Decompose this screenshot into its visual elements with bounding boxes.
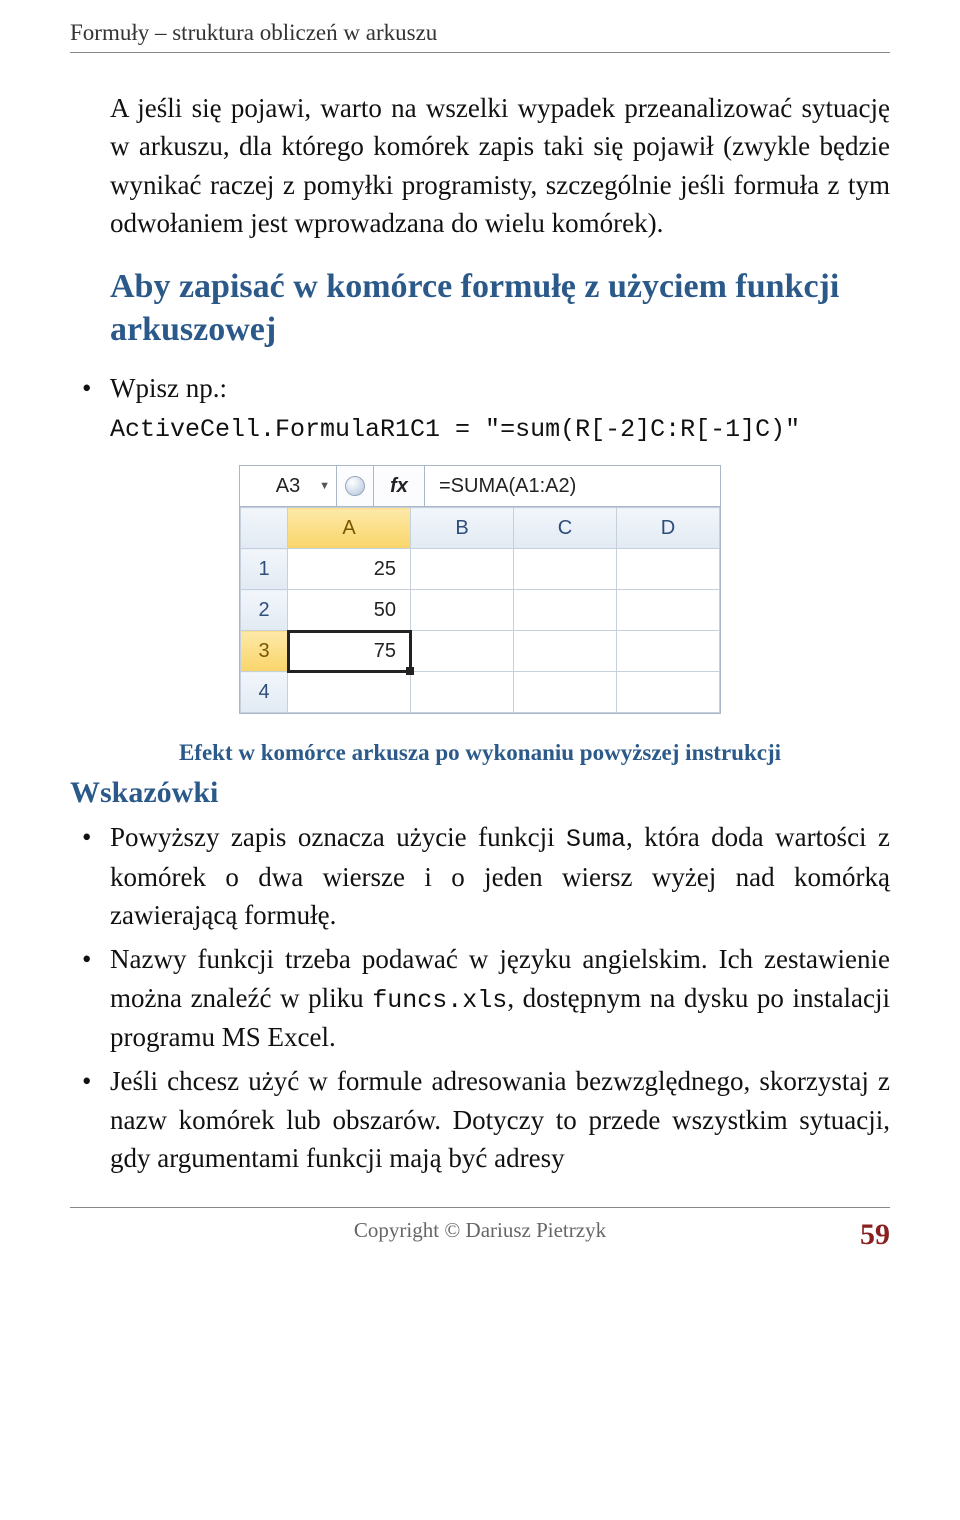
name-box[interactable]: A3 ▼ — [240, 466, 337, 506]
cell-d3[interactable] — [617, 631, 720, 672]
row-header-4[interactable]: 4 — [241, 672, 288, 713]
hint-bullet-2: Nazwy funkcji trzeba podawać w języku an… — [70, 940, 890, 1056]
cell-c4[interactable] — [514, 672, 617, 713]
formula-bar-row: A3 ▼ fx =SUMA(A1:A2) — [240, 466, 720, 507]
instruction-heading: Aby zapisać w komórce formułę z użyciem … — [110, 266, 890, 351]
cell-a3[interactable]: 75 — [288, 631, 411, 672]
bullet-lead: Wpisz np.: — [110, 373, 227, 403]
name-box-value: A3 — [276, 475, 300, 498]
cell-c3[interactable] — [514, 631, 617, 672]
cell-a4[interactable] — [288, 672, 411, 713]
cell-c2[interactable] — [514, 590, 617, 631]
cell-d2[interactable] — [617, 590, 720, 631]
dropdown-icon[interactable]: ▼ — [319, 480, 330, 492]
hint-bullet-3: Jeśli chcesz użyć w formule adresowania … — [70, 1062, 890, 1177]
cell-b4[interactable] — [411, 672, 514, 713]
hint2-code: funcs.xls — [372, 986, 507, 1015]
footer-copyright: Copyright © Dariusz Pietrzyk — [354, 1218, 606, 1243]
row-header-3[interactable]: 3 — [241, 631, 288, 672]
row-header-1[interactable]: 1 — [241, 549, 288, 590]
formula-bar-value: =SUMA(A1:A2) — [439, 475, 576, 498]
cell-b3[interactable] — [411, 631, 514, 672]
bullet-code: ActiveCell.FormulaR1C1 = "=sum(R[-2]C:R[… — [110, 415, 800, 444]
select-all-corner[interactable] — [241, 508, 288, 549]
cell-a2[interactable]: 50 — [288, 590, 411, 631]
excel-screenshot: A3 ▼ fx =SUMA(A1:A2) A B C D — [70, 465, 890, 714]
figure-caption: Efekt w komórce arkusza po wykonaniu pow… — [70, 740, 890, 766]
col-header-c[interactable]: C — [514, 508, 617, 549]
cell-b1[interactable] — [411, 549, 514, 590]
hint1-text-a: Powyższy zapis oznacza użycie funkcji — [110, 822, 566, 852]
hints-heading: Wskazówki — [70, 776, 890, 810]
cell-b2[interactable] — [411, 590, 514, 631]
cell-d4[interactable] — [617, 672, 720, 713]
hint1-code: Suma — [566, 825, 626, 854]
instruction-bullet: Wpisz np.: ActiveCell.FormulaR1C1 = "=su… — [70, 369, 890, 447]
running-header: Formuły – struktura obliczeń w arkuszu — [70, 20, 890, 53]
intro-paragraph: A jeśli się pojawi, warto na wszelki wyp… — [110, 89, 890, 242]
col-header-a[interactable]: A — [288, 508, 411, 549]
cell-c1[interactable] — [514, 549, 617, 590]
col-header-b[interactable]: B — [411, 508, 514, 549]
formula-bar-input[interactable]: =SUMA(A1:A2) — [425, 466, 720, 506]
page-footer: Copyright © Dariusz Pietrzyk 59 — [70, 1207, 890, 1243]
cell-d1[interactable] — [617, 549, 720, 590]
worksheet-grid[interactable]: A B C D 1 25 2 — [240, 507, 720, 713]
fx-icon[interactable]: fx — [374, 466, 425, 506]
hint-bullet-1: Powyższy zapis oznacza użycie funkcji Su… — [70, 818, 890, 934]
cancel-button[interactable] — [337, 466, 374, 506]
col-header-d[interactable]: D — [617, 508, 720, 549]
row-header-2[interactable]: 2 — [241, 590, 288, 631]
cell-a1[interactable]: 25 — [288, 549, 411, 590]
page-number: 59 — [860, 1218, 890, 1252]
